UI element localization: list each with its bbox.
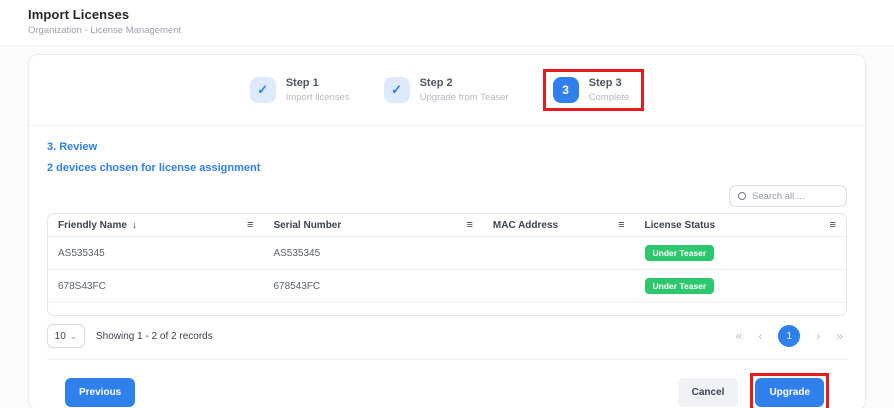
step-3-label: Step 3 bbox=[589, 77, 630, 89]
wizard-card: ✓ Step 1 Import licenses ✓ Step 2 Upgrad… bbox=[28, 54, 866, 408]
previous-button[interactable]: Previous bbox=[65, 378, 135, 407]
review-subheading: 2 devices chosen for license assignment bbox=[47, 162, 847, 174]
column-header-mac-address[interactable]: MAC Address ≡ bbox=[483, 219, 635, 231]
license-status-badge: Under Teaser bbox=[645, 245, 715, 261]
column-header-license-status[interactable]: License Status ≡ bbox=[635, 219, 846, 231]
pager: « ‹ 1 › » bbox=[736, 325, 843, 347]
breadcrumb[interactable]: Organization - License Management bbox=[28, 25, 866, 36]
check-icon: ✓ bbox=[250, 77, 276, 103]
stepper-step-1[interactable]: ✓ Step 1 Import licenses bbox=[250, 77, 350, 103]
sort-descending-icon[interactable]: ↓ bbox=[132, 220, 137, 231]
cancel-button[interactable]: Cancel bbox=[678, 378, 739, 407]
review-heading: 3. Review bbox=[47, 141, 847, 153]
check-icon: ✓ bbox=[384, 77, 410, 103]
table-row[interactable]: AS535345 AS535345 Under Teaser bbox=[48, 237, 846, 270]
last-page-icon[interactable]: » bbox=[836, 329, 843, 343]
stepper-step-2[interactable]: ✓ Step 2 Upgrade from Teaser bbox=[384, 77, 509, 103]
pagination-bar: 10 ⌄ Showing 1 - 2 of 2 records « ‹ 1 › … bbox=[47, 324, 847, 348]
stepper: ✓ Step 1 Import licenses ✓ Step 2 Upgrad… bbox=[29, 55, 865, 126]
column-menu-icon[interactable]: ≡ bbox=[830, 219, 836, 231]
current-page-button[interactable]: 1 bbox=[778, 325, 800, 347]
records-summary: Showing 1 - 2 of 2 records bbox=[96, 331, 213, 342]
next-page-icon[interactable]: › bbox=[816, 329, 820, 343]
step-2-sublabel: Upgrade from Teaser bbox=[420, 92, 509, 103]
column-header-serial-number[interactable]: Serial Number ≡ bbox=[263, 219, 482, 231]
stepper-step-3-annotated[interactable]: 3 Step 3 Complete bbox=[543, 69, 645, 111]
page-header: Import Licenses Organization - License M… bbox=[0, 0, 894, 46]
search-box[interactable] bbox=[729, 185, 847, 207]
table-header-row: Friendly Name ↓ ≡ Serial Number ≡ MAC Ad… bbox=[48, 214, 846, 237]
upgrade-button[interactable]: Upgrade bbox=[755, 378, 824, 407]
column-header-friendly-name[interactable]: Friendly Name ↓ ≡ bbox=[48, 219, 263, 231]
step-3-number-badge: 3 bbox=[553, 77, 579, 103]
search-icon bbox=[738, 192, 746, 200]
page-size-select[interactable]: 10 ⌄ bbox=[47, 324, 85, 348]
cell-friendly-name: 678S43FC bbox=[48, 281, 263, 292]
cell-friendly-name: AS535345 bbox=[48, 248, 263, 259]
chevron-down-icon: ⌄ bbox=[70, 334, 78, 339]
footer-actions: Previous Cancel Upgrade bbox=[47, 360, 847, 408]
license-status-badge: Under Teaser bbox=[645, 278, 715, 294]
review-section: 3. Review 2 devices chosen for license a… bbox=[29, 126, 865, 408]
step-3-sublabel: Complete bbox=[589, 92, 630, 103]
table-row[interactable]: 678S43FC 678543FC Under Teaser bbox=[48, 270, 846, 303]
column-menu-icon[interactable]: ≡ bbox=[247, 219, 253, 231]
column-menu-icon[interactable]: ≡ bbox=[466, 219, 472, 231]
first-page-icon[interactable]: « bbox=[736, 329, 743, 343]
previous-page-icon[interactable]: ‹ bbox=[758, 329, 762, 343]
upgrade-annotation-highlight: Upgrade bbox=[750, 373, 829, 408]
devices-table: Friendly Name ↓ ≡ Serial Number ≡ MAC Ad… bbox=[47, 213, 847, 316]
step-2-label: Step 2 bbox=[420, 77, 509, 89]
search-input[interactable] bbox=[752, 191, 838, 202]
cell-serial-number: 678543FC bbox=[263, 281, 482, 292]
cell-serial-number: AS535345 bbox=[263, 248, 482, 259]
page-title: Import Licenses bbox=[28, 7, 866, 22]
step-1-label: Step 1 bbox=[286, 77, 350, 89]
step-1-sublabel: Import licenses bbox=[286, 92, 350, 103]
column-menu-icon[interactable]: ≡ bbox=[618, 219, 624, 231]
